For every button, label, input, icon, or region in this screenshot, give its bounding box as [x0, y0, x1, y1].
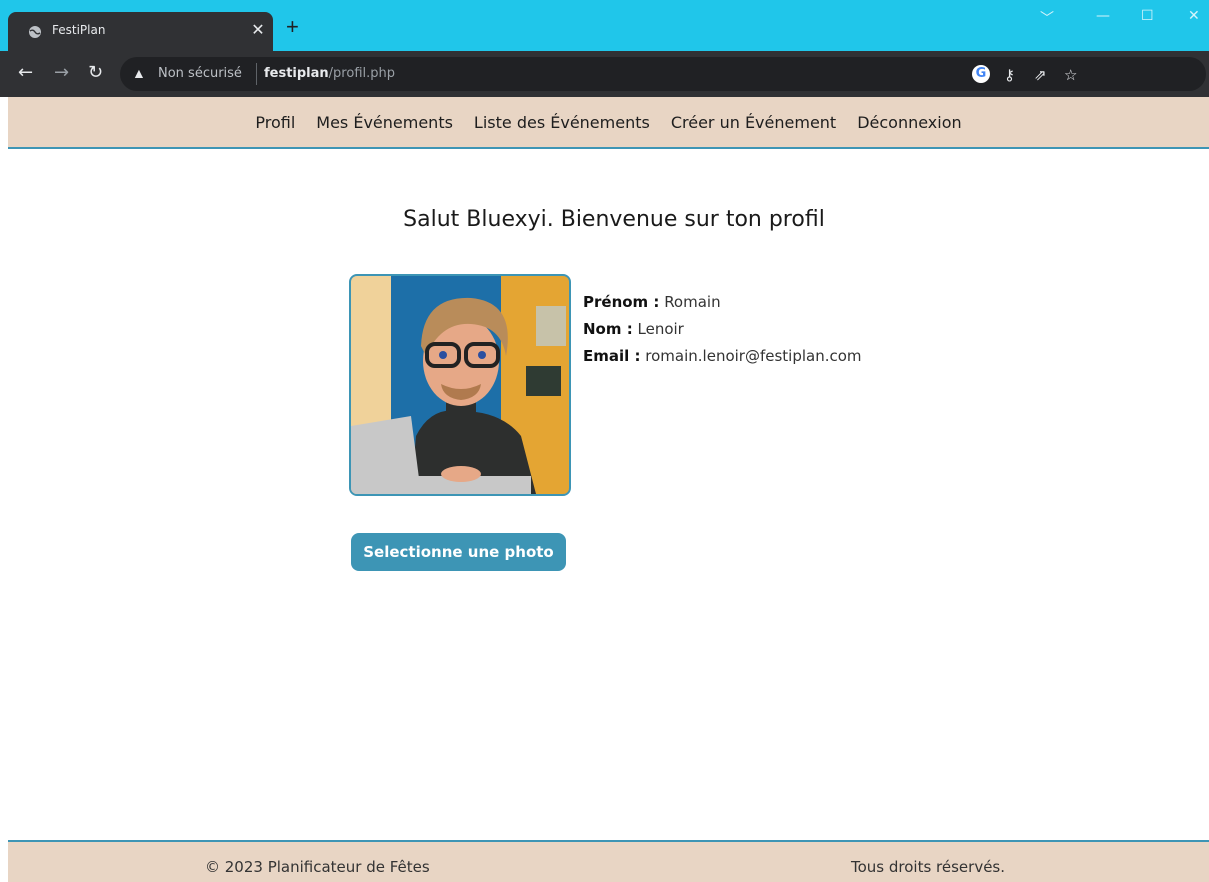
page-title: Salut Bluexyi. Bienvenue sur ton profil: [403, 207, 825, 232]
reload-icon[interactable]: ↻: [88, 63, 103, 83]
security-label[interactable]: Non sécurisé: [158, 66, 242, 81]
maximize-icon[interactable]: ☐: [1141, 8, 1154, 24]
field-label: Nom :: [583, 320, 633, 338]
warning-icon[interactable]: ▲: [132, 65, 146, 81]
browser-tab[interactable]: FestiPlan ✕: [8, 12, 273, 51]
close-window-icon[interactable]: ✕: [1188, 8, 1200, 24]
tab-title: FestiPlan: [52, 23, 106, 37]
profile-info: Prénom : Romain Nom : Lenoir Email : rom…: [583, 289, 862, 370]
field-value: romain.lenoir@festiplan.com: [645, 347, 862, 365]
field-email: Email : romain.lenoir@festiplan.com: [583, 343, 862, 370]
footer: © 2023 Planificateur de Fêtes Tous droit…: [8, 840, 1209, 882]
url-domain: festiplan: [264, 66, 329, 81]
key-icon[interactable]: ⚷: [1004, 66, 1015, 84]
minimize-icon[interactable]: —: [1096, 8, 1110, 24]
nav-creer-evenement[interactable]: Créer un Événement: [671, 113, 836, 132]
site-navbar: Profil Mes Événements Liste des Événemen…: [8, 97, 1209, 149]
nav-profil[interactable]: Profil: [255, 113, 295, 132]
browser-tab-strip: FestiPlan ✕ + ﹀ — ☐ ✕: [0, 0, 1209, 51]
field-nom: Nom : Lenoir: [583, 316, 862, 343]
google-icon[interactable]: G: [972, 65, 990, 83]
field-value: Romain: [664, 293, 721, 311]
footer-rights: Tous droits réservés.: [851, 858, 1006, 876]
browser-toolbar: ← → ↻ ▲ Non sécurisé festiplan/profil.ph…: [0, 51, 1209, 127]
field-label: Prénom :: [583, 293, 660, 311]
share-icon[interactable]: ⇗: [1034, 66, 1047, 84]
plus-icon[interactable]: +: [286, 16, 299, 38]
footer-copyright: © 2023 Planificateur de Fêtes: [205, 858, 430, 876]
globe-icon: [29, 26, 41, 38]
chevron-down-icon[interactable]: ﹀: [1040, 8, 1054, 28]
nav-liste-evenements[interactable]: Liste des Événements: [474, 113, 650, 132]
nav-deconnexion[interactable]: Déconnexion: [857, 113, 961, 132]
field-value: Lenoir: [637, 320, 684, 338]
star-icon[interactable]: ☆: [1064, 66, 1077, 84]
select-photo-button[interactable]: Selectionne une photo: [351, 533, 566, 571]
field-prenom: Prénom : Romain: [583, 289, 862, 316]
forward-arrow-icon[interactable]: →: [54, 63, 69, 83]
url-text[interactable]: festiplan/profil.php: [264, 66, 395, 81]
url-path: /profil.php: [328, 66, 395, 81]
profile-photo: [349, 274, 571, 496]
close-icon[interactable]: ✕: [248, 20, 268, 40]
address-bar[interactable]: ▲ Non sécurisé festiplan/profil.php G ⚷ …: [120, 57, 1206, 91]
field-label: Email :: [583, 347, 641, 365]
back-arrow-icon[interactable]: ←: [18, 63, 33, 83]
nav-mes-evenements[interactable]: Mes Événements: [316, 113, 453, 132]
divider: [256, 63, 257, 85]
